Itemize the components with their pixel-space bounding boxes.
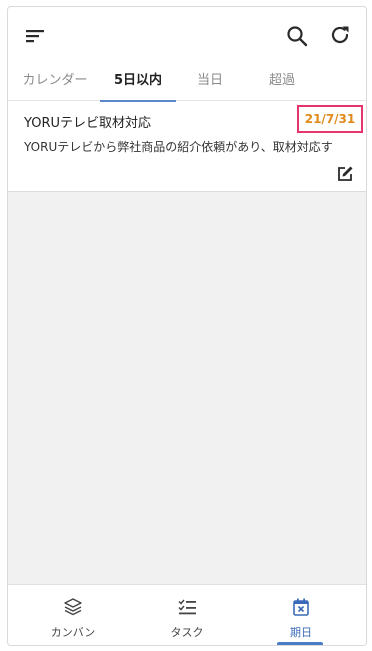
tab-label: 当日 — [196, 73, 223, 88]
top-toolbar — [8, 7, 366, 63]
checklist-icon — [177, 597, 197, 621]
task-title: YORUテレビ取材対応 — [24, 116, 152, 131]
task-card[interactable]: YORUテレビ取材対応 21/7/31 YORUテレビから弊社商品の紹介依頼があ… — [8, 102, 366, 192]
bottom-navigation: カンバン タスク 期日 — [8, 584, 366, 645]
task-description: YORUテレビから弊社商品の紹介依頼があり、取材対応す — [24, 140, 333, 154]
nav-due-date[interactable]: 期日 — [241, 585, 361, 645]
edit-icon[interactable] — [334, 164, 356, 184]
app-frame: カレンダー 5日以内 当日 超過 YORUテレビ取材対応 21/7/31 YOR… — [7, 6, 367, 646]
tab-label: 超過 — [268, 73, 295, 88]
due-date: 21/7/31 — [304, 112, 356, 126]
calendar-x-icon — [291, 597, 311, 621]
layers-icon — [63, 597, 83, 621]
nav-label: カンバン — [50, 626, 96, 639]
search-icon[interactable] — [285, 24, 309, 48]
tab-today[interactable]: 当日 — [180, 63, 240, 101]
nav-tasks[interactable]: タスク — [127, 585, 247, 645]
nav-label: 期日 — [290, 626, 312, 639]
tab-overdue[interactable]: 超過 — [252, 63, 312, 101]
tab-calendar[interactable]: カレンダー — [14, 63, 96, 101]
due-date-highlight: 21/7/31 — [297, 105, 363, 133]
tab-label: カレンダー — [22, 73, 88, 88]
sort-menu-icon[interactable] — [23, 24, 47, 48]
tab-label: 5日以内 — [113, 73, 163, 88]
nav-kanban[interactable]: カンバン — [13, 585, 133, 645]
tab-within-5-days[interactable]: 5日以内 — [100, 63, 176, 102]
nav-label: タスク — [170, 626, 204, 639]
task-list: YORUテレビ取材対応 21/7/31 YORUテレビから弊社商品の紹介依頼があ… — [8, 102, 366, 584]
refresh-icon[interactable] — [328, 23, 352, 47]
tab-bar: カレンダー 5日以内 当日 超過 — [8, 63, 366, 102]
nav-active-indicator — [277, 642, 323, 645]
